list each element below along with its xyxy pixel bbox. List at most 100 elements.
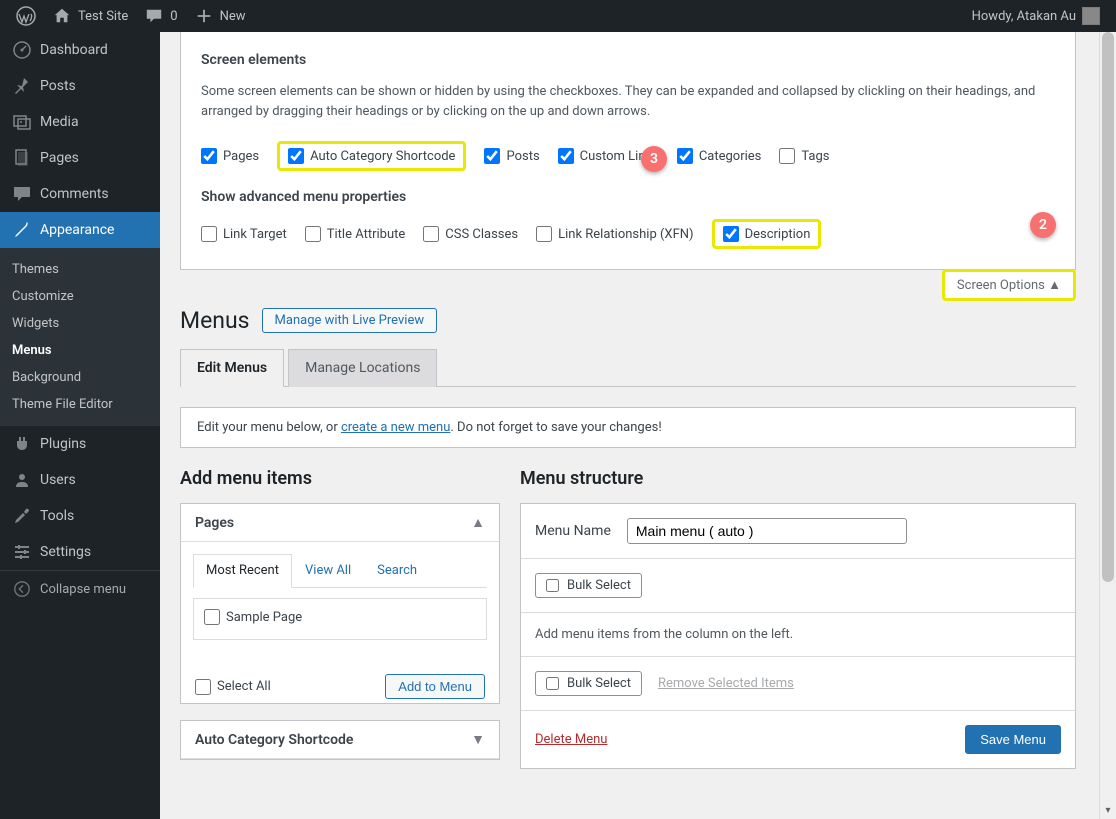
checkbox[interactable] bbox=[201, 226, 217, 242]
sidebar-item-settings[interactable]: Settings bbox=[0, 534, 160, 570]
menu-name-input[interactable] bbox=[627, 518, 907, 544]
sidebar-item-media[interactable]: Media bbox=[0, 104, 160, 140]
pages-postbox-header[interactable]: Pages ▲ bbox=[181, 504, 499, 542]
comment-icon bbox=[144, 6, 164, 26]
screen-element-pages[interactable]: Pages bbox=[201, 141, 259, 171]
scroll-down-arrow[interactable]: ▾ bbox=[1100, 802, 1116, 819]
checkbox[interactable] bbox=[201, 148, 217, 164]
site-name-link[interactable]: Test Site bbox=[44, 0, 136, 32]
select-all-checkbox[interactable] bbox=[195, 679, 211, 695]
checkbox[interactable] bbox=[536, 226, 552, 242]
sidebar-item-pages[interactable]: Pages bbox=[0, 140, 160, 176]
bulk-select-checkbox[interactable] bbox=[546, 677, 559, 690]
checkbox[interactable] bbox=[558, 148, 574, 164]
pages-icon bbox=[12, 148, 32, 168]
pages-list: Sample Page bbox=[193, 598, 487, 640]
advanced-prop-css-classes[interactable]: CSS Classes bbox=[423, 219, 518, 249]
bulk-select-checkbox[interactable] bbox=[546, 579, 559, 592]
site-name-label: Test Site bbox=[78, 9, 128, 24]
page-title: Menus bbox=[180, 307, 250, 334]
sidebar-item-comments[interactable]: Comments bbox=[0, 176, 160, 212]
save-menu-button[interactable]: Save Menu bbox=[965, 725, 1061, 754]
wp-logo[interactable] bbox=[8, 0, 44, 32]
scrollbar-thumb[interactable] bbox=[1102, 32, 1114, 582]
new-content-label: New bbox=[220, 9, 246, 24]
advanced-prop-title-attribute[interactable]: Title Attribute bbox=[305, 219, 406, 249]
checkbox[interactable] bbox=[423, 226, 439, 242]
add-to-menu-button[interactable]: Add to Menu bbox=[385, 674, 485, 699]
new-content-link[interactable]: New bbox=[186, 0, 254, 32]
content-area: Screen elements Some screen elements can… bbox=[160, 32, 1096, 819]
checkbox[interactable] bbox=[484, 148, 500, 164]
admin-bar: Test Site 0 New Howdy, Atakan Au bbox=[0, 0, 1116, 32]
sidebar-item-dashboard[interactable]: Dashboard bbox=[0, 32, 160, 68]
annotation-badge-3: 3 bbox=[641, 146, 667, 172]
admin-sidebar: DashboardPostsMediaPages Comments Appearan… bbox=[0, 32, 160, 819]
screen-element-categories[interactable]: Categories bbox=[677, 141, 762, 171]
scrollbar[interactable]: ▴ ▾ bbox=[1099, 32, 1116, 819]
appearance-submenu: ThemesCustomizeWidgetsMenusBackgroundThe… bbox=[0, 248, 160, 426]
pages-subtab-most-recent[interactable]: Most Recent bbox=[193, 554, 292, 588]
comments-link[interactable]: 0 bbox=[136, 0, 185, 32]
tab-edit-menus[interactable]: Edit Menus bbox=[180, 349, 284, 387]
screen-meta-links: Screen Options ▲ bbox=[180, 269, 1076, 299]
page-item-checkbox[interactable] bbox=[204, 609, 220, 625]
advanced-prop-link-relationship-xfn-[interactable]: Link Relationship (XFN) bbox=[536, 219, 693, 249]
sidebar-item-tools[interactable]: Tools bbox=[0, 498, 160, 534]
checkbox[interactable] bbox=[677, 148, 693, 164]
menu-name-label: Menu Name bbox=[535, 523, 611, 539]
pin-icon bbox=[12, 76, 32, 96]
auto-category-postbox-header[interactable]: Auto Category Shortcode ▼ bbox=[181, 721, 499, 759]
dashboard-icon bbox=[12, 40, 32, 60]
screen-element-posts[interactable]: Posts bbox=[484, 141, 539, 171]
bulk-select-top[interactable]: Bulk Select bbox=[535, 573, 642, 598]
appearance-icon bbox=[12, 220, 32, 240]
checkbox[interactable] bbox=[779, 148, 795, 164]
menu-structure-heading: Menu structure bbox=[520, 468, 1076, 489]
edit-notice: Edit your menu below, or create a new me… bbox=[180, 407, 1076, 448]
checkbox[interactable] bbox=[723, 226, 739, 242]
live-preview-button[interactable]: Manage with Live Preview bbox=[262, 308, 438, 333]
tab-manage-locations[interactable]: Manage Locations bbox=[288, 349, 437, 387]
create-new-menu-link[interactable]: create a new menu bbox=[341, 420, 450, 435]
sidebar-item-posts[interactable]: Posts bbox=[0, 68, 160, 104]
bulk-select-bottom[interactable]: Bulk Select bbox=[535, 671, 642, 696]
settings-icon bbox=[12, 542, 32, 562]
submenu-item-background[interactable]: Background bbox=[0, 364, 160, 391]
sidebar-item-users[interactable]: Users bbox=[0, 462, 160, 498]
screen-options-tab[interactable]: Screen Options ▲ bbox=[942, 269, 1076, 301]
collapse-menu[interactable]: Collapse menu bbox=[0, 570, 160, 607]
menu-instructions: Add menu items from the column on the le… bbox=[521, 613, 1075, 657]
advanced-heading: Show advanced menu properties bbox=[201, 189, 1055, 205]
my-account-link[interactable]: Howdy, Atakan Au bbox=[964, 0, 1108, 32]
auto-category-title: Auto Category Shortcode bbox=[195, 732, 353, 748]
plus-icon bbox=[194, 6, 214, 26]
sidebar-item-label: Comments bbox=[40, 186, 109, 202]
submenu-item-themes[interactable]: Themes bbox=[0, 256, 160, 283]
sidebar-item-appearance[interactable]: Appearance bbox=[0, 212, 160, 248]
triangle-up-icon: ▲ bbox=[1048, 278, 1061, 293]
triangle-up-icon: ▲ bbox=[471, 514, 485, 531]
user-icon bbox=[12, 470, 32, 490]
checkbox[interactable] bbox=[305, 226, 321, 242]
submenu-item-customize[interactable]: Customize bbox=[0, 283, 160, 310]
nav-tabs: Edit MenusManage Locations bbox=[180, 348, 1076, 387]
submenu-item-menus[interactable]: Menus bbox=[0, 337, 160, 364]
advanced-prop-link-target[interactable]: Link Target bbox=[201, 219, 287, 249]
delete-menu-link[interactable]: Delete Menu bbox=[535, 732, 607, 747]
pages-subtab-search[interactable]: Search bbox=[364, 554, 430, 587]
checkbox[interactable] bbox=[288, 148, 304, 164]
submenu-item-widgets[interactable]: Widgets bbox=[0, 310, 160, 337]
pages-subtab-view-all[interactable]: View All bbox=[292, 554, 364, 587]
triangle-down-icon: ▼ bbox=[471, 731, 485, 748]
screen-element-tags[interactable]: Tags bbox=[779, 141, 829, 171]
screen-element-auto-category-shortcode[interactable]: Auto Category Shortcode bbox=[288, 148, 455, 164]
comment-icon bbox=[12, 184, 32, 204]
page-item-sample[interactable]: Sample Page bbox=[204, 609, 302, 625]
select-all-pages[interactable]: Select All bbox=[195, 679, 271, 695]
screen-elements-heading: Screen elements bbox=[201, 52, 1055, 68]
advanced-prop-description[interactable]: Description bbox=[723, 226, 811, 242]
sidebar-item-label: Appearance bbox=[40, 222, 114, 238]
submenu-item-theme-file-editor[interactable]: Theme File Editor bbox=[0, 391, 160, 418]
sidebar-item-plugins[interactable]: Plugins bbox=[0, 426, 160, 462]
